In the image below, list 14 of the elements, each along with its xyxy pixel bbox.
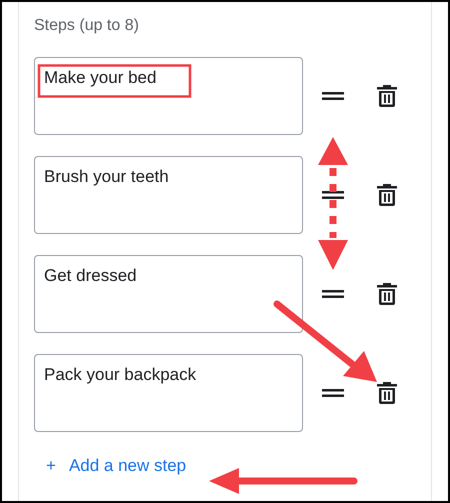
- add-step-link[interactable]: + Add a new step: [46, 456, 186, 476]
- drag-handle-icon[interactable]: [322, 191, 344, 199]
- step-field[interactable]: Brush your teeth: [34, 156, 303, 234]
- step-field[interactable]: Get dressed: [34, 255, 303, 333]
- delete-icon[interactable]: [376, 381, 398, 405]
- section-title: Steps (up to 8): [34, 16, 140, 36]
- delete-icon[interactable]: [376, 183, 398, 207]
- drag-handle-icon[interactable]: [322, 389, 344, 397]
- drag-handle-icon[interactable]: [322, 92, 344, 100]
- step-field[interactable]: Make your bed: [34, 57, 303, 135]
- delete-icon[interactable]: [376, 84, 398, 108]
- drag-handle-icon[interactable]: [322, 290, 344, 298]
- delete-icon[interactable]: [376, 282, 398, 306]
- step-field[interactable]: Pack your backpack: [34, 354, 303, 432]
